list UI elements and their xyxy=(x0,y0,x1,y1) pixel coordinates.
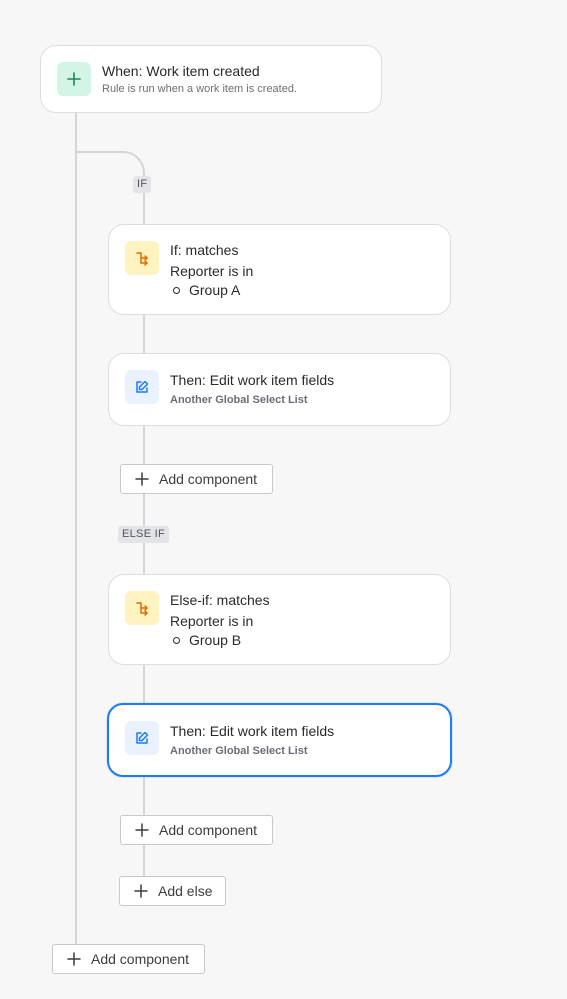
if-action-subtitle: Another Global Select List xyxy=(170,394,308,406)
edit-icon xyxy=(125,370,159,404)
if-action-card[interactable]: Then: Edit work item fields Another Glob… xyxy=(108,353,451,426)
if-condition-card[interactable]: If: matches Reporter is in Group A xyxy=(108,224,451,315)
else-if-add-component-label: Add component xyxy=(159,822,258,838)
add-else-label: Add else xyxy=(158,883,213,899)
else-if-action-subtitle: Another Global Select List xyxy=(170,745,308,757)
edit-icon xyxy=(125,721,159,755)
add-else-button[interactable]: Add else xyxy=(119,876,226,906)
else-if-condition-card[interactable]: Else-if: matches Reporter is in Group B xyxy=(108,574,451,665)
plus-icon xyxy=(67,952,81,966)
root-add-component-label: Add component xyxy=(91,951,190,967)
plus-icon xyxy=(134,884,148,898)
bullet-icon xyxy=(173,286,180,294)
plus-icon xyxy=(135,823,149,837)
plus-icon xyxy=(135,472,149,486)
else-if-action-card[interactable]: Then: Edit work item fields Another Glob… xyxy=(107,703,452,777)
branch-icon xyxy=(125,241,159,275)
if-condition-title: If: matches xyxy=(170,242,239,258)
if-branch-label: IF xyxy=(133,176,152,193)
trigger-title: When: Work item created xyxy=(102,63,260,79)
if-condition-group: Group A xyxy=(173,282,240,298)
branch-icon xyxy=(125,591,159,625)
else-if-condition-group: Group B xyxy=(173,632,241,648)
root-add-component-button[interactable]: Add component xyxy=(52,944,205,974)
trigger-card[interactable]: When: Work item created Rule is run when… xyxy=(40,45,382,113)
if-condition-line: Reporter is in xyxy=(170,263,254,279)
else-if-condition-group-label: Group B xyxy=(189,632,242,648)
else-if-condition-title: Else-if: matches xyxy=(170,592,270,608)
if-condition-group-label: Group A xyxy=(189,282,241,298)
if-add-component-label: Add component xyxy=(159,471,258,487)
plus-icon xyxy=(57,62,91,96)
trigger-subtitle: Rule is run when a work item is created. xyxy=(102,83,298,95)
bullet-icon xyxy=(173,636,180,644)
if-add-component-button[interactable]: Add component xyxy=(120,464,273,494)
branch-connector-curve xyxy=(75,151,145,175)
else-if-branch-label: ELSE IF xyxy=(118,526,170,543)
main-connector-line xyxy=(75,113,77,945)
if-action-title: Then: Edit work item fields xyxy=(170,372,335,388)
else-if-add-component-button[interactable]: Add component xyxy=(120,815,273,845)
else-if-condition-line: Reporter is in xyxy=(170,613,254,629)
else-if-action-title: Then: Edit work item fields xyxy=(170,723,335,739)
